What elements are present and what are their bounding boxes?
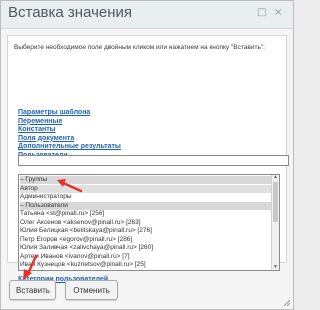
list-item[interactable]: Петр Егоров <egorov@pinall.ru> [286] <box>20 236 132 244</box>
list-item[interactable]: Артем Иванов <ivanov@pinall.ru> [7] <box>20 253 130 261</box>
users-listbox[interactable]: – Группы Автор Администраторы – Пользова… <box>18 174 280 271</box>
list-group-header[interactable]: – Группы <box>20 176 272 184</box>
link-additional-results[interactable]: Дополнительные результаты <box>18 143 121 152</box>
list-item[interactable]: Олег Аксенов <aksenov@pinall.ru> [263] <box>20 219 141 227</box>
dialog-title: Вставка значения <box>8 4 133 21</box>
insert-button[interactable]: Вставить <box>9 280 56 300</box>
list-item[interactable]: Автор <box>20 184 272 193</box>
link-variables[interactable]: Переменные <box>18 118 121 127</box>
resize-grip-icon[interactable] <box>283 299 291 307</box>
scroll-up-icon[interactable]: ▲ <box>273 175 278 180</box>
link-constants[interactable]: Константы <box>18 126 121 135</box>
list-item[interactable]: Татьяна <st@pinall.ru> [256] <box>20 210 104 218</box>
instruction-text: Выберите необходимое поле двойным кликом… <box>14 44 265 51</box>
link-template-parameters[interactable]: Параметры шаблона <box>18 109 121 118</box>
close-icon[interactable]: × <box>274 8 282 18</box>
dialog-content: Выберите необходимое поле двойным кликом… <box>7 35 289 283</box>
insert-value-dialog: Вставка значения □ × Выберите необходимо… <box>0 0 294 310</box>
scroll-thumb[interactable] <box>273 182 278 222</box>
list-scrollbar[interactable]: ▲ ▼ <box>271 175 279 270</box>
dialog-titlebar[interactable]: Вставка значения □ × <box>1 1 293 29</box>
list-item[interactable]: Иван Кузнецов <kuznetsov@pinall.ru> [25] <box>20 261 146 269</box>
list-item[interactable]: Юлия Белицкая <belitskaya@pinall.ru> [27… <box>20 227 152 235</box>
field-category-links: Параметры шаблона Переменные Константы П… <box>18 109 121 161</box>
maximize-icon[interactable]: □ <box>257 8 266 18</box>
filter-input[interactable] <box>18 155 289 166</box>
list-item[interactable]: Администраторы <box>20 193 72 201</box>
link-document-fields[interactable]: Поля документа <box>18 135 121 144</box>
cancel-button[interactable]: Отменить <box>65 280 118 300</box>
scroll-down-icon[interactable]: ▼ <box>273 265 278 270</box>
list-item[interactable]: Юлия Заливчая <zalivchaya@pinall.ru> [26… <box>20 244 153 252</box>
list-group-header[interactable]: – Пользователи <box>20 201 272 210</box>
